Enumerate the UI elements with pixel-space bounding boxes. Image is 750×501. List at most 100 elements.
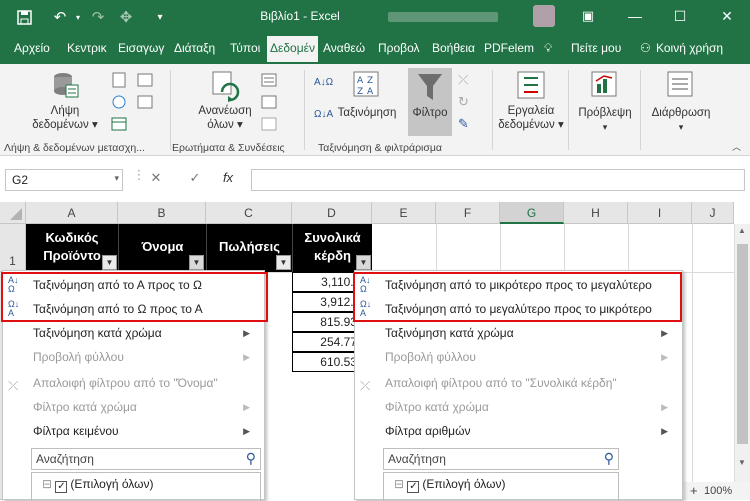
queries-connections-icon[interactable]	[261, 72, 277, 91]
cancel-icon[interactable]: ✕	[145, 170, 167, 190]
refresh-icon[interactable]	[210, 70, 242, 105]
name-box-dropdown-icon[interactable]: ▾	[114, 173, 119, 184]
scroll-thumb[interactable]	[737, 244, 748, 444]
menu-sheet-view: Προβολή φύλλου ▶	[3, 345, 264, 369]
clear-filter-icon[interactable]: ⤫	[458, 72, 468, 88]
column-header-d[interactable]: D	[292, 202, 372, 224]
outline-dropdown-icon[interactable]: ▾	[644, 120, 718, 134]
from-table-icon[interactable]	[111, 116, 127, 135]
enter-icon[interactable]: ✓	[184, 170, 206, 190]
scroll-down-icon[interactable]: ▼	[738, 458, 746, 467]
formula-bar: G2 ▾ ⋮ ✕ ✓ fx	[0, 156, 750, 202]
column-header-i[interactable]: I	[628, 202, 692, 224]
menu-sheet-view-label: Προβολή φύλλου	[385, 350, 476, 364]
zoom-level[interactable]: 100%	[704, 482, 732, 500]
data-tools-icon[interactable]	[516, 70, 546, 103]
sort-z-to-a-icon[interactable]: Ω↓Α	[314, 110, 333, 120]
tell-me-search[interactable]: Πείτε μου	[571, 41, 621, 55]
tab-data[interactable]: Δεδομέν	[267, 36, 318, 64]
data-tools-button[interactable]: Εργαλεία δεδομένων ▾	[496, 104, 566, 132]
forecast-button[interactable]: Πρόβλεψη	[574, 106, 636, 120]
close-button[interactable]: ✕	[712, 5, 742, 27]
tab-formulas[interactable]: Τύποι	[230, 41, 260, 55]
checkbox-checked-icon[interactable]: ✓	[407, 481, 420, 493]
forecast-dropdown-icon[interactable]: ▾	[574, 120, 636, 134]
filter-dropdown-d[interactable]: ▼	[356, 255, 371, 270]
existing-connections-icon[interactable]	[137, 94, 153, 113]
column-header-c[interactable]: C	[206, 202, 292, 224]
column-header-f[interactable]: F	[436, 202, 500, 224]
menu-filter-color-label: Φίλτρο κατά χρώμα	[33, 400, 137, 414]
edit-links-icon[interactable]	[261, 116, 277, 135]
avatar[interactable]	[533, 5, 555, 27]
ribbon-separator	[568, 70, 569, 150]
ribbon-display-icon[interactable]: ▣	[573, 5, 603, 27]
tab-insert[interactable]: Εισαγωγ	[118, 41, 164, 55]
tab-review[interactable]: Αναθεώ	[323, 41, 365, 55]
filter-dropdown-a[interactable]: ▼	[102, 255, 117, 270]
properties-icon[interactable]	[261, 94, 277, 113]
column-header-g[interactable]: G	[500, 202, 564, 224]
minimize-button[interactable]: —	[620, 5, 650, 27]
advanced-filter-icon[interactable]: ✎	[458, 116, 469, 132]
select-all-item[interactable]: ⊟ ✓ (Επιλογή όλων)	[42, 477, 153, 493]
select-all-item[interactable]: ⊟ ✓ (Επιλογή όλων)	[394, 477, 505, 493]
collapse-ribbon-icon[interactable]: ︿	[732, 140, 741, 153]
menu-sort-by-color[interactable]: Ταξινόμηση κατά χρώμα ▶	[355, 321, 682, 345]
row-header-1[interactable]: 1	[0, 224, 26, 272]
column-header-e[interactable]: E	[372, 202, 436, 224]
checkbox-checked-icon[interactable]: ✓	[55, 481, 68, 493]
outline-icon[interactable]	[666, 70, 694, 101]
submenu-arrow-icon: ▶	[661, 402, 668, 412]
zoom-slider-plus-icon[interactable]: +	[690, 482, 698, 500]
values-list[interactable]: ⊟ ✓ (Επιλογή όλων)	[383, 472, 619, 501]
tab-page-layout[interactable]: Διάταξη	[174, 41, 215, 55]
filter-label: Φίλτρο	[412, 107, 448, 119]
tab-pdfelement[interactable]: PDFelem	[484, 41, 534, 55]
title-bar: ↶ ▾ ↷ ✥ ▾ Βιβλίο1 - Excel ▣ — ☐ ✕	[0, 0, 750, 34]
maximize-button[interactable]: ☐	[665, 5, 695, 27]
from-text-icon[interactable]	[111, 72, 127, 91]
column-header-j[interactable]: J	[692, 202, 734, 224]
sort-button[interactable]: Ταξινόμηση	[335, 106, 399, 120]
outline-button[interactable]: Διάρθρωση	[644, 106, 718, 120]
header-c: Πωλήσεις	[219, 239, 280, 254]
select-all-corner[interactable]	[0, 202, 26, 224]
sort-a-to-z-icon[interactable]: Α↓Ω	[314, 78, 333, 88]
tab-help[interactable]: Βοήθεια	[432, 41, 475, 55]
select-all-label: (Επιλογή όλων)	[70, 477, 154, 491]
menu-sort-by-color[interactable]: Ταξινόμηση κατά χρώμα ▶	[3, 321, 264, 345]
recent-sources-icon[interactable]	[137, 72, 153, 91]
scroll-up-icon[interactable]: ▲	[738, 226, 746, 235]
from-web-icon[interactable]	[111, 94, 127, 113]
sort-icon[interactable]: AZZA	[352, 70, 380, 101]
tab-file[interactable]: Αρχείο	[14, 41, 50, 55]
database-icon[interactable]	[50, 70, 80, 103]
refresh-all-button[interactable]: Ανανέωση όλων ▾	[190, 104, 260, 132]
svg-text:Z: Z	[357, 87, 363, 97]
get-data-button[interactable]: Λήψη δεδομένων ▾	[30, 104, 100, 132]
column-header-a[interactable]: A	[26, 202, 118, 224]
menu-number-filters[interactable]: Φίλτρα αριθμών ▶	[355, 419, 682, 443]
formula-input[interactable]	[251, 169, 745, 191]
forecast-icon[interactable]	[590, 70, 618, 101]
filter-button[interactable]: Φίλτρο	[408, 68, 452, 136]
name-box[interactable]: G2 ▾	[5, 169, 123, 191]
column-header-h[interactable]: H	[564, 202, 628, 224]
menu-text-filters[interactable]: Φίλτρα κειμένου ▶	[3, 419, 264, 443]
highlight-box	[1, 272, 268, 322]
insert-function-icon[interactable]: fx	[217, 170, 239, 190]
filter-dropdown-b[interactable]: ▼	[189, 255, 204, 270]
tab-home[interactable]: Κεντρικ	[67, 41, 107, 55]
share-button[interactable]: Κοινή χρήση	[656, 41, 723, 55]
filter-dropdown-c[interactable]: ▼	[276, 255, 291, 270]
vertical-scrollbar[interactable]: ▲ ▼	[734, 224, 750, 500]
column-header-b[interactable]: B	[118, 202, 206, 224]
reapply-icon[interactable]: ↻	[458, 94, 469, 110]
menu-search-input[interactable]: Αναζήτηση ⚲	[383, 448, 619, 470]
gridline	[692, 224, 693, 500]
tab-view[interactable]: Προβολ	[378, 41, 420, 55]
values-list[interactable]: ⊟ ✓ (Επιλογή όλων)	[31, 472, 261, 501]
menu-search-input[interactable]: Αναζήτηση ⚲	[31, 448, 261, 470]
clear-filter-icon: ⤫	[360, 378, 371, 393]
